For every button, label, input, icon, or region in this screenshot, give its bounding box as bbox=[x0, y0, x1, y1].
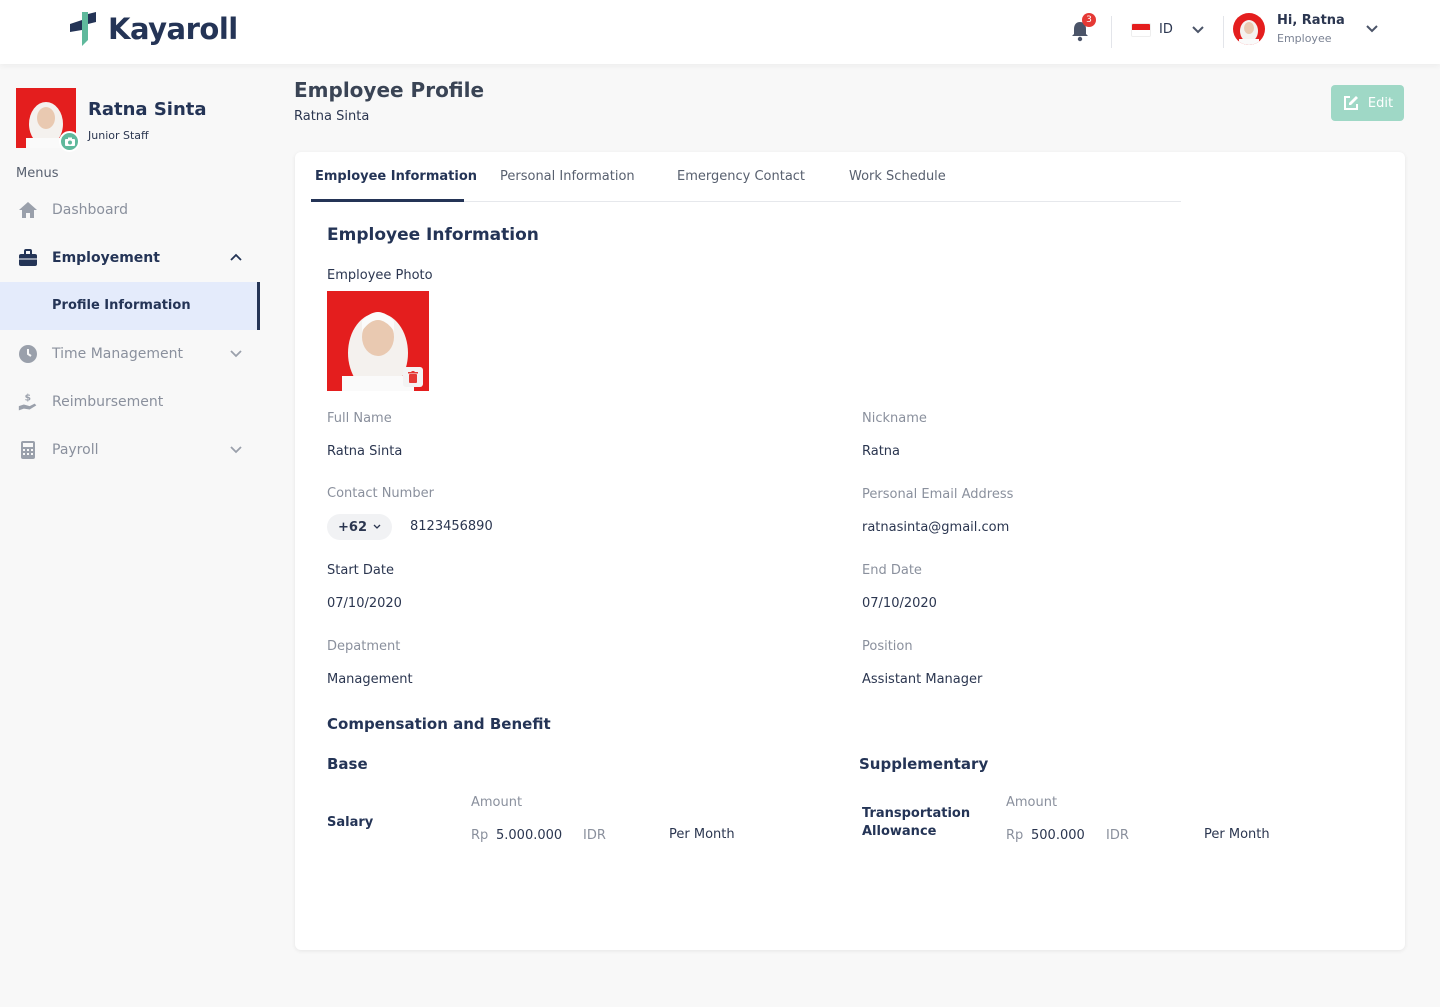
base-title: Base bbox=[327, 755, 368, 773]
salary-label: Salary bbox=[327, 815, 374, 830]
sidebar-item-label: Time Management bbox=[52, 346, 183, 362]
svg-text:$: $ bbox=[25, 392, 31, 403]
position-label: Position bbox=[862, 639, 913, 654]
edit-icon bbox=[1343, 96, 1358, 110]
tab-personal-information[interactable]: Personal Information bbox=[500, 169, 635, 184]
indonesia-flag-icon bbox=[1131, 22, 1151, 37]
top-bar: Kayaroll 3 ID Hi, Ratna Employee bbox=[0, 0, 1440, 64]
calculator-icon bbox=[18, 440, 38, 460]
sidebar-item-employement[interactable]: Employement bbox=[0, 234, 260, 282]
sidebar-profile-role: Junior Staff bbox=[88, 129, 149, 142]
sidebar-item-label: Employement bbox=[52, 250, 160, 266]
sidebar-item-label: Payroll bbox=[52, 442, 99, 458]
sidebar-profile-name: Ratna Sinta bbox=[88, 99, 207, 120]
edit-button-label: Edit bbox=[1367, 95, 1394, 111]
logo-mark-icon bbox=[70, 12, 96, 46]
delete-photo-button[interactable] bbox=[403, 367, 423, 387]
header-divider bbox=[1111, 16, 1112, 48]
salary-currency: IDR bbox=[583, 828, 606, 843]
header-divider bbox=[1223, 16, 1224, 48]
app-name: Kayaroll bbox=[108, 12, 238, 46]
transport-allowance-label-line2: Allowance bbox=[862, 824, 937, 839]
tab-bar: Employee Information Personal Informatio… bbox=[311, 152, 1181, 202]
notification-badge: 3 bbox=[1082, 13, 1096, 27]
language-selector[interactable]: ID bbox=[1131, 22, 1205, 37]
country-code-value: +62 bbox=[338, 519, 367, 535]
avatar bbox=[1233, 13, 1265, 45]
allowance-amount-label: Amount bbox=[1006, 795, 1058, 810]
chevron-down-icon[interactable] bbox=[1365, 24, 1379, 34]
transport-allowance-label: Transportation Allowance bbox=[862, 805, 970, 841]
full-name-label: Full Name bbox=[327, 411, 392, 426]
user-role: Employee bbox=[1277, 32, 1332, 45]
country-code-select[interactable]: +62 bbox=[327, 514, 392, 540]
allowance-currency-prefix: Rp bbox=[1006, 828, 1024, 843]
end-date-label: End Date bbox=[862, 563, 922, 578]
email-label: Personal Email Address bbox=[862, 487, 1014, 502]
sidebar-item-profile-information[interactable]: Profile Information bbox=[0, 282, 260, 330]
sidebar-item-time-management[interactable]: Time Management bbox=[0, 330, 260, 378]
app-logo[interactable]: Kayaroll bbox=[68, 10, 238, 48]
home-icon bbox=[18, 200, 38, 220]
page-title: Employee Profile bbox=[294, 78, 485, 102]
hand-money-icon: $ bbox=[18, 392, 38, 412]
edit-button[interactable]: Edit bbox=[1331, 85, 1404, 121]
salary-currency-prefix: Rp bbox=[471, 828, 489, 843]
nickname-value: Ratna bbox=[862, 444, 901, 459]
nickname-label: Nickname bbox=[862, 411, 927, 426]
language-code: ID bbox=[1159, 22, 1173, 37]
allowance-period: Per Month bbox=[1204, 827, 1270, 842]
briefcase-icon bbox=[18, 248, 38, 268]
user-menu[interactable]: Hi, Ratna Employee bbox=[1233, 13, 1379, 45]
contact-number-value: 8123456890 bbox=[410, 519, 493, 534]
sidebar-item-dashboard[interactable]: Dashboard bbox=[0, 186, 260, 234]
supplementary-title: Supplementary bbox=[859, 755, 989, 773]
contact-number-label: Contact Number bbox=[327, 486, 434, 501]
employee-profile-card: Employee Information Personal Informatio… bbox=[295, 152, 1405, 950]
chevron-down-icon bbox=[230, 350, 242, 358]
sidebar: Ratna Sinta Junior Staff Menus Dashboard… bbox=[0, 64, 260, 1007]
chevron-down-icon bbox=[230, 446, 242, 454]
section-title: Employee Information bbox=[327, 225, 539, 245]
tab-work-schedule[interactable]: Work Schedule bbox=[849, 169, 946, 184]
sidebar-item-label: Reimbursement bbox=[52, 394, 164, 410]
tab-employee-information[interactable]: Employee Information bbox=[315, 169, 477, 184]
full-name-value: Ratna Sinta bbox=[327, 444, 403, 459]
clock-icon bbox=[18, 344, 38, 364]
compensation-title: Compensation and Benefit bbox=[327, 715, 551, 733]
allowance-amount-value: 500.000 bbox=[1031, 828, 1085, 843]
sidebar-item-label: Dashboard bbox=[52, 202, 128, 218]
sidebar-item-payroll[interactable]: Payroll bbox=[0, 426, 260, 474]
salary-amount-label: Amount bbox=[471, 795, 523, 810]
start-date-label: Start Date bbox=[327, 563, 394, 578]
active-tab-indicator bbox=[311, 199, 464, 202]
trash-icon bbox=[408, 371, 418, 383]
menus-label: Menus bbox=[16, 166, 59, 181]
salary-amount-value: 5.000.000 bbox=[496, 828, 563, 843]
allowance-currency: IDR bbox=[1106, 828, 1129, 843]
salary-period: Per Month bbox=[669, 827, 735, 842]
tab-emergency-contact[interactable]: Emergency Contact bbox=[677, 169, 805, 184]
user-greeting: Hi, Ratna bbox=[1277, 13, 1345, 28]
chevron-down-icon bbox=[1192, 25, 1204, 33]
sidebar-item-label: Profile Information bbox=[52, 298, 191, 313]
sidebar-item-reimbursement[interactable]: $ Reimbursement bbox=[0, 378, 260, 426]
employee-photo-label: Employee Photo bbox=[327, 268, 433, 283]
chevron-down-icon bbox=[373, 524, 381, 529]
transport-allowance-label-line1: Transportation bbox=[862, 806, 971, 821]
department-label: Depatment bbox=[327, 639, 401, 654]
start-date-value: 07/10/2020 bbox=[327, 596, 402, 611]
chevron-up-icon bbox=[230, 253, 242, 261]
end-date-value: 07/10/2020 bbox=[862, 596, 937, 611]
camera-icon[interactable] bbox=[59, 131, 80, 152]
department-value: Management bbox=[327, 672, 413, 687]
position-value: Assistant Manager bbox=[862, 672, 983, 687]
email-value: ratnasinta@gmail.com bbox=[862, 520, 1010, 535]
page-subtitle: Ratna Sinta bbox=[294, 109, 370, 124]
